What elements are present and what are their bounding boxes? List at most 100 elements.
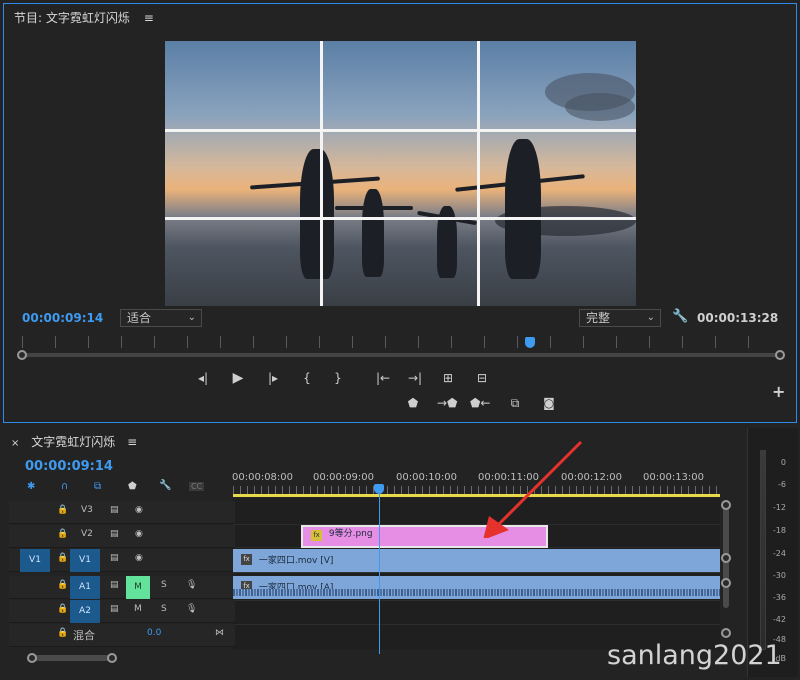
eye-icon[interactable]: ◉: [135, 505, 143, 515]
add-button[interactable]: +: [772, 382, 785, 401]
mix-value[interactable]: 0.0: [147, 628, 161, 638]
film-icon[interactable]: ▤: [110, 604, 119, 614]
panel-menu-icon[interactable]: ≡: [144, 11, 154, 25]
program-monitor-title[interactable]: 节目: 文字霓虹灯闪烁 ≡: [14, 9, 154, 26]
fit-dropdown[interactable]: 适合 ⌄: [120, 309, 202, 327]
timeline-title: 文字霓虹灯闪烁: [31, 435, 116, 449]
lock-icon[interactable]: 🔒: [57, 553, 68, 563]
grid-line-horizontal-2: [165, 217, 636, 220]
timeline-timecode[interactable]: 00:00:09:14: [25, 459, 113, 474]
linked-icon[interactable]: ⧉: [94, 481, 101, 492]
vscroll-top-handle[interactable]: [721, 500, 731, 510]
solo-button[interactable]: S: [161, 580, 167, 590]
track-target-a2[interactable]: A2: [70, 600, 100, 623]
track-header-mix[interactable]: 🔒 混合 0.0 ⋈: [9, 624, 235, 647]
track-header-a2[interactable]: 🔒 A2 ▤ M S 🎙: [9, 600, 235, 623]
go-to-in-icon[interactable]: |←: [374, 371, 392, 385]
go-to-out-icon[interactable]: →|: [406, 371, 424, 385]
lock-icon[interactable]: 🔒: [57, 529, 68, 539]
step-forward-icon[interactable]: |▸: [264, 371, 282, 385]
db-label: -36: [772, 593, 786, 602]
play-icon[interactable]: ▶: [229, 371, 247, 385]
lock-icon[interactable]: 🔒: [57, 505, 68, 515]
lift-icon[interactable]: ⊞: [439, 371, 457, 385]
resolution-dropdown[interactable]: 完整 ⌄: [579, 309, 661, 327]
wrench-icon[interactable]: 🔧: [159, 480, 171, 491]
marker-icon[interactable]: ⬟: [128, 481, 137, 492]
chevron-down-icon: ⌄: [187, 312, 196, 323]
panel-menu-icon[interactable]: ≡: [127, 435, 137, 449]
track-target-a1[interactable]: A1: [70, 576, 100, 599]
film-icon[interactable]: ▤: [110, 553, 119, 563]
source-patch-v1[interactable]: V1: [20, 549, 50, 572]
extract-icon[interactable]: ⊟: [473, 371, 491, 385]
timeline-playhead-line[interactable]: [379, 494, 381, 654]
lock-icon[interactable]: 🔒: [57, 628, 68, 638]
hscroll-start-handle[interactable]: [27, 653, 37, 663]
lock-icon[interactable]: 🔒: [57, 580, 68, 590]
db-label: -24: [772, 549, 786, 558]
track-name[interactable]: V2: [81, 529, 93, 539]
timeline-tab[interactable]: × 文字霓虹灯闪烁 ≡: [11, 433, 137, 450]
video-clip-v1[interactable]: fx 一家四口.mov [V]: [233, 549, 720, 572]
microphone-icon[interactable]: 🎙: [186, 580, 197, 590]
magnet-icon[interactable]: ∩: [61, 481, 68, 492]
close-icon[interactable]: ×: [11, 438, 19, 449]
microphone-icon[interactable]: 🎙: [186, 604, 197, 614]
track-header-a1[interactable]: 🔒 A1 ▤ M S 🎙: [9, 576, 235, 599]
camera-icon[interactable]: ◙: [540, 396, 558, 410]
captions-icon[interactable]: CC: [189, 482, 205, 491]
scrub-ruler[interactable]: [22, 336, 780, 348]
duration-timecode: 00:00:13:28: [697, 311, 779, 325]
track-target-v1[interactable]: V1: [70, 549, 100, 572]
track-header-v2[interactable]: 🔒 V2 ▤ ◉: [9, 525, 235, 548]
grid-line-vertical-1: [320, 41, 323, 306]
marker-icon[interactable]: ⬟: [404, 396, 422, 410]
video-clip-label: 一家四口.mov [V]: [258, 556, 334, 566]
scrub-end-handle[interactable]: [775, 350, 785, 360]
resolution-dropdown-value: 完整: [586, 311, 611, 325]
track-header-v1[interactable]: V1 🔒 V1 ▤ ◉: [9, 549, 235, 572]
hscroll-end-handle[interactable]: [107, 653, 117, 663]
film-icon[interactable]: ▤: [110, 580, 119, 590]
current-timecode[interactable]: 00:00:09:14: [22, 311, 103, 325]
solo-button[interactable]: S: [161, 604, 167, 614]
vscroll-mid-handle[interactable]: [721, 553, 731, 563]
scrub-start-handle[interactable]: [17, 350, 27, 360]
captions-label: CC: [191, 482, 203, 491]
mark-out-icon[interactable]: }: [329, 371, 347, 385]
track-header-v3[interactable]: 🔒 V3 ▤ ◉: [9, 501, 235, 524]
film-icon[interactable]: ▤: [110, 529, 119, 539]
snap-icon[interactable]: ✱: [27, 481, 35, 492]
ruler-label: 00:00:08:00: [232, 472, 294, 483]
mute-button[interactable]: M: [134, 604, 142, 614]
bowtie-icon[interactable]: ⋈: [215, 628, 224, 638]
ruler-label: 00:00:13:00: [643, 472, 705, 483]
playhead-marker[interactable]: [524, 337, 535, 348]
mute-button[interactable]: M: [126, 576, 150, 599]
export-frame-icon[interactable]: ⧉: [506, 396, 524, 410]
edit-controls: ⬟ →⬟ ⬟← ⧉ ◙: [404, 396, 564, 412]
mark-in-icon[interactable]: {: [298, 371, 316, 385]
eye-icon[interactable]: ◉: [135, 529, 143, 539]
vscroll-bottom-handle[interactable]: [721, 628, 731, 638]
eye-icon[interactable]: ◉: [135, 553, 143, 563]
chevron-down-icon: ⌄: [646, 312, 655, 323]
scrub-track[interactable]: [22, 353, 780, 357]
vscroll-handle[interactable]: [721, 578, 731, 588]
step-back-icon[interactable]: ◂|: [194, 371, 212, 385]
insert-icon[interactable]: →⬟: [437, 396, 457, 410]
audio-clip-a1[interactable]: fx 一家四口.mov [A]: [233, 576, 720, 599]
lock-icon[interactable]: 🔒: [57, 604, 68, 614]
program-title-text: 节目: 文字霓虹灯闪烁: [14, 11, 130, 25]
wrench-icon[interactable]: 🔧: [672, 309, 688, 324]
horizontal-scrollbar[interactable]: [33, 655, 113, 661]
ruler-label: 00:00:09:00: [313, 472, 375, 483]
watermark: sanlang2021: [607, 640, 782, 671]
film-icon[interactable]: ▤: [110, 505, 119, 515]
png-clip-label: 9等分.png: [328, 529, 373, 539]
track-name[interactable]: V3: [81, 505, 93, 515]
db-label: 0: [780, 458, 786, 467]
meter-bar: [760, 450, 766, 650]
overwrite-icon[interactable]: ⬟←: [470, 396, 490, 410]
